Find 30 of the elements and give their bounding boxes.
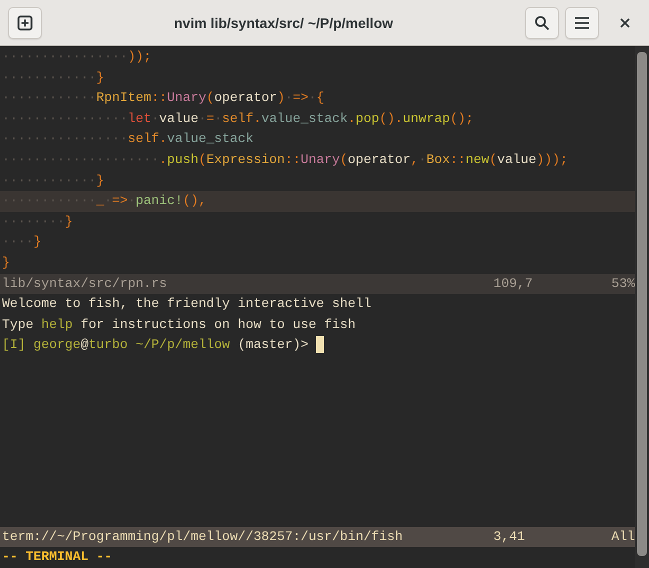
code-line: ············RpnItem::Unary(operator)·=>·{ <box>2 89 326 108</box>
terminal-path: term://~/Programming/pl/mellow//38257:/usr/bin/fish <box>2 528 404 546</box>
code-line: ····} <box>2 233 42 252</box>
search-button[interactable] <box>525 6 559 38</box>
scroll-percent: 53% <box>611 274 635 293</box>
search-icon <box>534 14 550 30</box>
plus-box-icon <box>17 14 33 30</box>
terminal-line: Welcome to fish, the friendly interactive shell <box>2 295 372 314</box>
code-line: } <box>2 254 11 272</box>
code-line: ················let·value·=·self.value_stack.pop().unwrap(); <box>2 110 475 128</box>
cursor-position: 3,41 <box>493 528 526 546</box>
file-path: lib/syntax/src/rpn.rs <box>2 274 168 293</box>
menu-button[interactable] <box>565 6 599 38</box>
code-line: ············} <box>2 172 106 190</box>
code-line: ········} <box>2 212 74 231</box>
window-title: nvim lib/syntax/src/ ~/P/p/mellow <box>172 14 394 30</box>
code-line: ················)); <box>2 48 152 66</box>
code-line: ····················.push(Expression::Unary(operator,·Box::new(value))); <box>2 150 569 169</box>
terminal-line: Type help for instructions on how to use fish <box>2 316 357 334</box>
scrollbar-thumb[interactable] <box>637 52 647 556</box>
scroll-percent: All <box>611 528 635 546</box>
code-line: ············} <box>2 68 106 87</box>
new-tab-button[interactable] <box>8 6 42 38</box>
cursor-position: 109,7 <box>493 274 534 293</box>
terminal-line: [I] george@turbo ~/P/p/mellow (master)> <box>2 335 635 356</box>
scrollbar[interactable] <box>635 46 649 568</box>
menu-icon <box>574 16 590 30</box>
mode-indicator: -- TERMINAL -- <box>2 548 114 566</box>
code-line: ················self.value_stack <box>2 130 254 148</box>
close-icon <box>620 18 630 28</box>
